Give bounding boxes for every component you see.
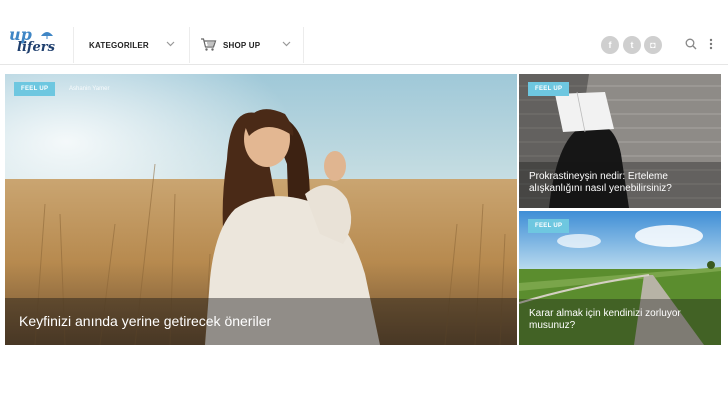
umbrella-icon [41,32,53,39]
instagram-glyph: ◘ [650,40,656,50]
site-header: up lifers KATEGORILER SHOP UP f t ◘ [0,0,728,65]
nav-categories-label: KATEGORILER [89,40,149,50]
shopping-cart-icon[interactable] [200,37,217,52]
nav-shop-up-label: SHOP UP [223,40,261,50]
nav-shop-up[interactable]: SHOP UP [223,38,260,52]
category-badge[interactable]: FEEL UP [528,82,570,96]
logo-lifers-text: lifers [17,40,55,55]
category-badge[interactable]: FEEL UP [528,219,570,233]
side-article-title[interactable]: Prokrastineyşin nedir: Erteleme alışkanl… [529,171,719,195]
facebook-icon[interactable]: f [601,36,619,54]
chevron-down-icon[interactable] [282,41,291,47]
more-vertical-icon[interactable] [709,38,713,50]
nav-categories[interactable]: KATEGORILER [89,38,149,52]
side-article-title[interactable]: Karar almak için kendinizi zorluyor musu… [529,308,719,332]
header-divider [73,27,74,63]
instagram-icon[interactable]: ◘ [644,36,662,54]
twitter-icon[interactable]: t [623,36,641,54]
site-logo[interactable]: up lifers [9,27,55,61]
facebook-glyph: f [608,40,612,50]
header-divider [189,27,190,63]
side-article-card[interactable]: FEEL UP Prokrastineyşin nedir: Erteleme … [519,74,721,208]
category-badge[interactable]: FEEL UP [14,82,56,96]
hero-article-card[interactable]: FEEL UP Ashanin Yamer Keyfinizi anında y… [5,74,517,345]
search-icon[interactable] [685,38,697,50]
twitter-glyph: t [630,40,634,50]
chevron-down-icon[interactable] [166,41,175,47]
author-name[interactable]: Ashanin Yamer [69,86,109,92]
hero-article-title[interactable]: Keyfinizi anında yerine getirecek öneril… [19,313,271,330]
header-divider [303,27,304,63]
side-article-card[interactable]: FEEL UP Karar almak için kendinizi zorlu… [519,211,721,345]
